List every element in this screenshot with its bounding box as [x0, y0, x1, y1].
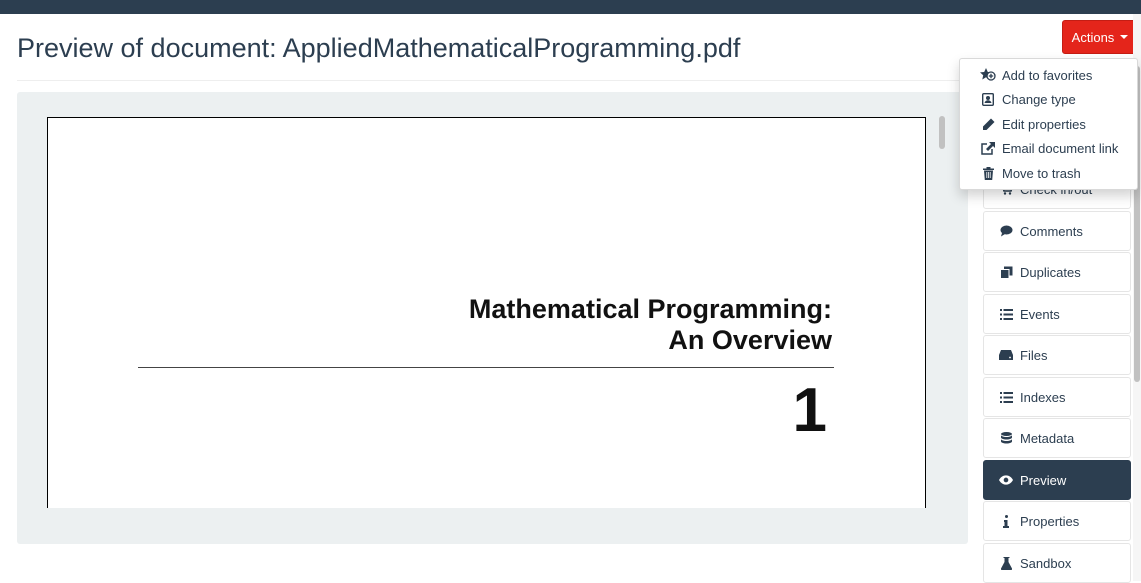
trash-icon — [980, 166, 996, 180]
id-card-icon — [980, 93, 996, 107]
caret-down-icon — [1120, 35, 1129, 39]
sidebar-item-label: Comments — [1020, 223, 1083, 239]
info-icon — [999, 514, 1013, 528]
copy-icon — [999, 265, 1013, 279]
sidebar-item-label: Files — [1020, 347, 1048, 363]
sidebar-item-events[interactable]: Events — [983, 294, 1131, 334]
menu-item-label: Move to trash — [1002, 165, 1081, 181]
pdf-page[interactable]: Mathematical Programming: An Overview 1 — [47, 117, 926, 508]
menu-item-add-to-favorites[interactable]: Add to favorites — [960, 63, 1137, 88]
sidebar-item-label: Metadata — [1020, 430, 1075, 446]
sidebar-item-label: Properties — [1020, 513, 1080, 529]
sidebar-item-label: Preview — [1020, 472, 1067, 488]
sidebar-item-label: Events — [1020, 306, 1060, 322]
list-icon — [999, 307, 1013, 321]
menu-item-label: Add to favorites — [1002, 67, 1093, 83]
menu-item-edit-properties[interactable]: Edit properties — [960, 112, 1137, 137]
star-plus-icon — [980, 68, 996, 82]
menu-item-label: Edit properties — [1002, 116, 1086, 132]
list-icon — [999, 390, 1013, 404]
pencil-icon — [980, 117, 996, 131]
menu-item-change-type[interactable]: Change type — [960, 88, 1137, 113]
actions-button-label: Actions — [1071, 29, 1115, 45]
database-icon — [999, 431, 1013, 445]
pdf-heading-line1: Mathematical Programming: — [468, 294, 832, 324]
hdd-icon — [999, 348, 1013, 362]
flask-icon — [999, 556, 1013, 570]
pdf-scrollbar[interactable] — [939, 116, 945, 149]
pdf-heading: Mathematical Programming: An Overview — [469, 294, 832, 356]
pdf-divider — [138, 367, 834, 368]
sidebar-item-indexes[interactable]: Indexes — [983, 377, 1131, 417]
sidebar-item-label: Indexes — [1020, 389, 1066, 405]
sidebar-item-comments[interactable]: Comments — [983, 211, 1131, 251]
sidebar-item-metadata[interactable]: Metadata — [983, 418, 1131, 458]
pdf-chapter-number: 1 — [792, 376, 827, 445]
menu-item-move-to-trash[interactable]: Move to trash — [960, 161, 1137, 186]
sidebar-item-preview[interactable]: Preview — [983, 460, 1131, 500]
sidebar-item-sandbox[interactable]: Sandbox — [983, 543, 1131, 583]
sidebar-item-properties[interactable]: Properties — [983, 501, 1131, 541]
sidebar-item-files[interactable]: Files — [983, 335, 1131, 375]
actions-dropdown-menu: Add to favorites Change type Edit proper… — [959, 58, 1138, 190]
title-divider — [17, 80, 968, 81]
sidebar-item-label: Sandbox — [1020, 555, 1072, 571]
external-link-icon — [980, 142, 996, 156]
comment-icon — [999, 224, 1013, 238]
actions-button[interactable]: Actions — [1062, 20, 1138, 54]
sidebar-item-label: Duplicates — [1020, 264, 1081, 280]
sidebar-item-duplicates[interactable]: Duplicates — [983, 252, 1131, 292]
page-title: Preview of document: AppliedMathematical… — [17, 33, 741, 63]
menu-item-email-document-link[interactable]: Email document link — [960, 137, 1137, 162]
eye-icon — [999, 473, 1013, 487]
menu-item-label: Email document link — [1002, 141, 1119, 157]
menu-item-label: Change type — [1002, 92, 1076, 108]
top-navbar — [0, 0, 1141, 14]
pdf-heading-line2: An Overview — [668, 325, 832, 355]
